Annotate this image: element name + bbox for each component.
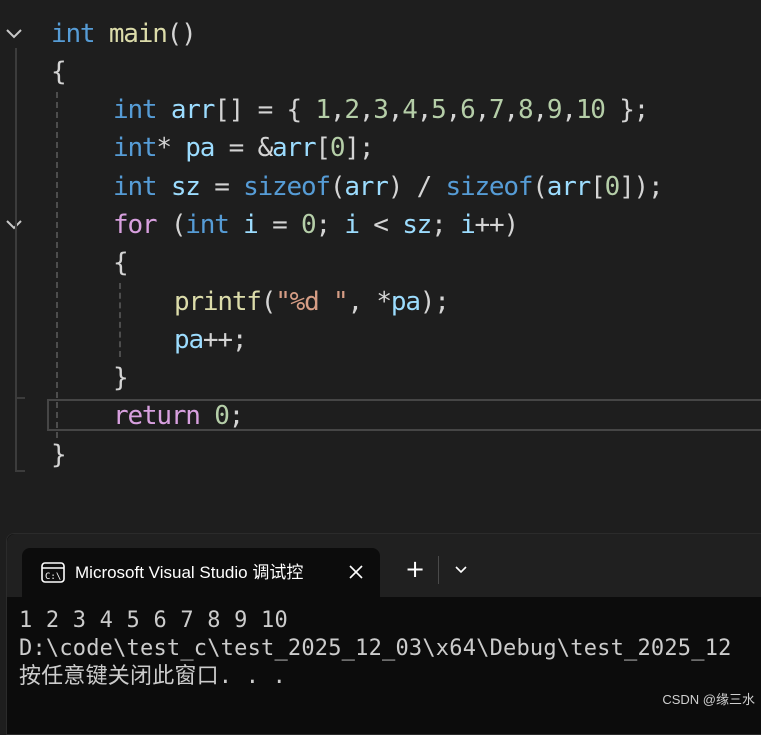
debug-console-window[interactable]: C:\ Microsoft Visual Studio 调试控 + 1 2 3 … <box>6 533 761 735</box>
new-tab-button[interactable]: + <box>403 554 427 584</box>
close-icon[interactable] <box>349 565 363 579</box>
code-editor[interactable]: int main() { int arr[] = { 1,2,3,4,5,6,7… <box>0 0 761 520</box>
svg-text:C:\: C:\ <box>45 572 61 582</box>
code-line[interactable]: for (int i = 0; i < sz; i++) <box>113 206 519 244</box>
console-tab-title: Microsoft Visual Studio 调试控 <box>75 563 304 582</box>
watermark: CSDN @缘三水 <box>662 692 755 707</box>
code-line[interactable]: } <box>51 436 67 474</box>
indent-guide <box>56 92 58 438</box>
code-line[interactable]: pa++; <box>174 321 248 359</box>
indent-guide <box>119 283 121 357</box>
code-line[interactable]: int arr[] = { 1,2,3,4,5,6,7,8,9,10 }; <box>113 91 649 129</box>
code-line[interactable]: } <box>113 359 129 397</box>
outline-line-end <box>15 397 25 399</box>
fold-chevron-icon[interactable] <box>5 27 23 41</box>
code-line[interactable]: int main() <box>51 15 197 53</box>
tab-divider <box>438 556 439 584</box>
fold-chevron-icon[interactable] <box>5 218 23 232</box>
console-output-line: 按任意键关闭此窗口. . . <box>19 664 287 689</box>
terminal-icon: C:\ <box>41 562 65 583</box>
chevron-down-icon[interactable] <box>454 565 468 575</box>
outline-line <box>15 240 17 390</box>
outline-line-end <box>15 470 25 472</box>
console-output-line: D:\code\test_c\test_2025_12_03\x64\Debug… <box>19 636 732 661</box>
console-tab[interactable]: C:\ Microsoft Visual Studio 调试控 <box>22 548 380 597</box>
console-titlebar[interactable]: C:\ Microsoft Visual Studio 调试控 + <box>7 534 761 597</box>
code-line[interactable]: { <box>51 53 67 91</box>
code-line[interactable]: int* pa = &arr[0]; <box>113 129 374 167</box>
code-line[interactable]: { <box>113 244 129 282</box>
code-line[interactable]: printf("%d ", *pa); <box>174 283 450 321</box>
console-output-line: 1 2 3 4 5 6 7 8 9 10 <box>19 608 288 633</box>
code-line[interactable]: int sz = sizeof(arr) / sizeof(arr[0]); <box>113 168 664 206</box>
code-line[interactable]: return 0; <box>113 397 244 435</box>
